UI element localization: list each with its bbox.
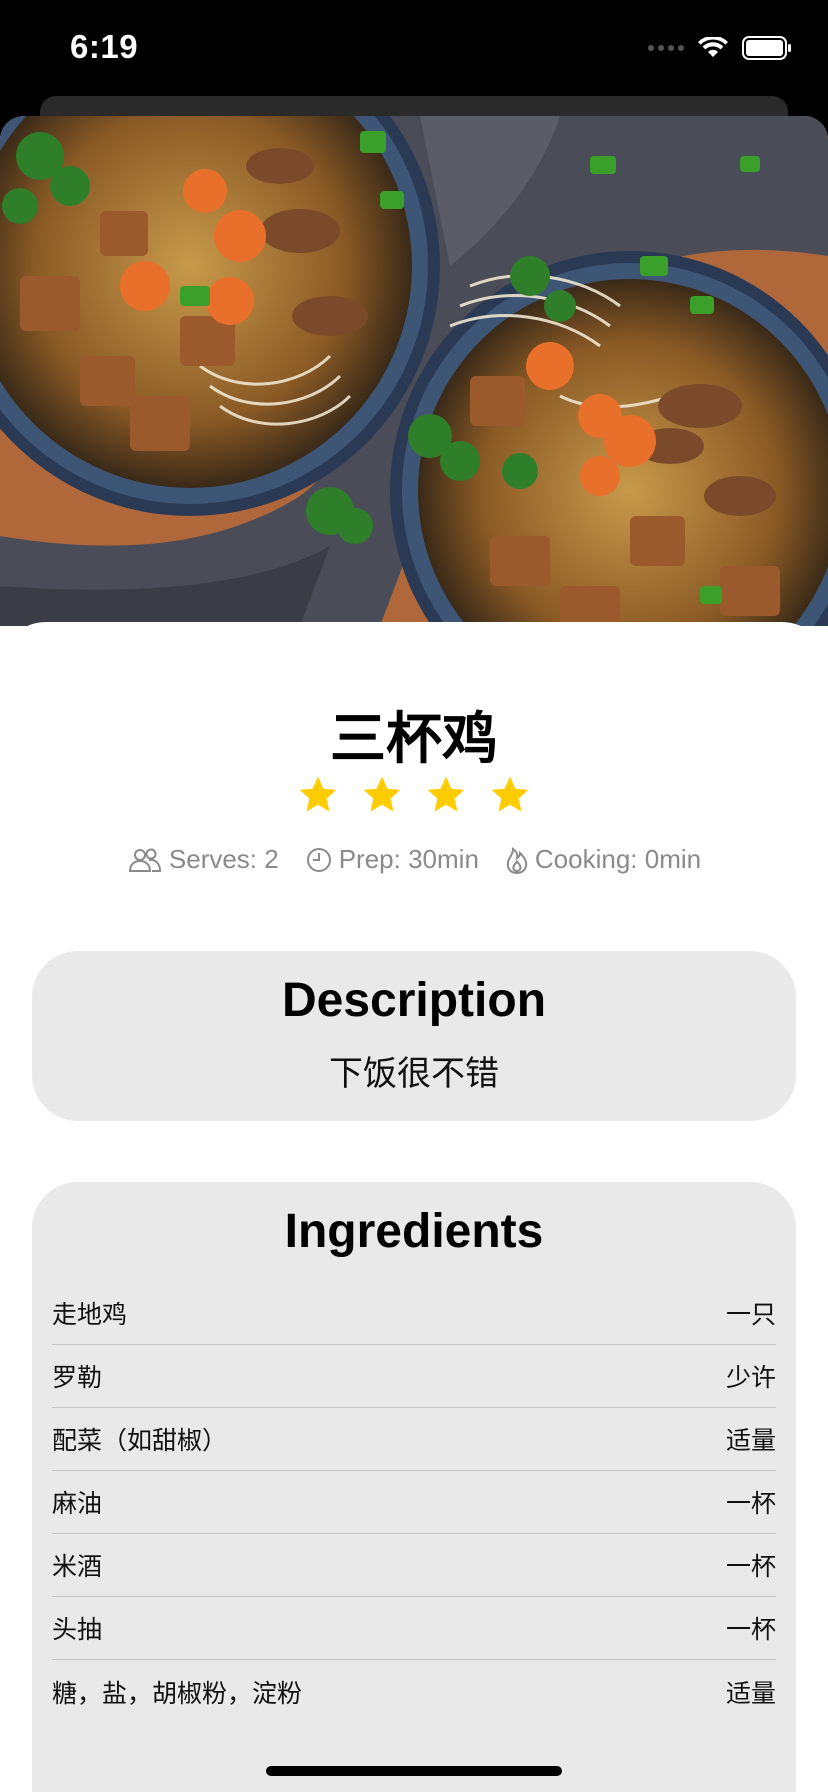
ingredient-row: 罗勒 少许 [52,1345,776,1408]
ingredient-row: 糖，盐，胡椒粉，淀粉 适量 [52,1660,776,1723]
rating-stars [0,774,828,816]
status-bar: 6:19 [0,0,828,100]
ingredient-name: 头抽 [52,1615,103,1644]
flame-icon [506,846,528,874]
star-icon [299,776,337,812]
ingredient-quantity: 少许 [725,1363,776,1392]
ingredient-name: 罗勒 [52,1363,103,1392]
ingredient-quantity: 一杯 [725,1615,776,1644]
ingredient-quantity: 一杯 [725,1489,776,1518]
description-text: 下饭很不错 [329,1054,499,1094]
serves-label: Serves: 2 [168,844,279,874]
ingredient-row: 配菜（如甜椒） 适量 [52,1408,776,1471]
recipe-detail-sheet: 三杯鸡 Serves: 2 Prep: 30min Cooking: 0min … [0,116,828,1792]
ingredient-quantity: 一只 [725,1300,776,1329]
ingredient-name: 糖，盐，胡椒粉，淀粉 [52,1678,303,1708]
star-icon [491,776,529,812]
ingredient-name: 走地鸡 [52,1300,128,1329]
ingredient-quantity: 适量 [725,1426,776,1455]
ingredient-row: 头抽 一杯 [52,1597,776,1660]
ingredient-quantity: 一杯 [725,1552,776,1581]
recipe-meta: Serves: 2 Prep: 30min Cooking: 0min [0,844,828,875]
status-time: 6:19 [70,28,139,65]
ingredients-heading: Ingredients [284,1205,544,1258]
cooking-info: Cooking: 0min [505,844,701,875]
prep-info: Prep: 30min [305,844,479,875]
star-icon [427,776,465,812]
ingredient-row: 麻油 一杯 [52,1471,776,1534]
ingredient-name: 配菜（如甜椒） [52,1426,228,1455]
ingredient-quantity: 适量 [725,1678,776,1708]
ingredient-name: 麻油 [52,1489,103,1518]
people-icon [128,848,161,872]
cooking-label: Cooking: 0min [534,844,702,874]
prep-label: Prep: 30min [338,844,479,874]
wifi-icon [698,37,728,57]
ingredients-card[interactable]: Ingredients 走地鸡 一只 罗勒 少许 配菜（如甜椒） 适量 麻油 一… [32,1182,796,1792]
ingredient-name: 米酒 [52,1552,103,1581]
ingredients-list[interactable]: 走地鸡 一只 罗勒 少许 配菜（如甜椒） 适量 麻油 一杯 米酒 一杯 头抽 一… [52,1282,776,1723]
battery-icon [742,36,791,60]
ingredient-row: 米酒 一杯 [52,1534,776,1597]
home-indicator[interactable] [266,1766,562,1776]
description-card: Description 下饭很不错 [32,951,796,1121]
recipe-photo [0,116,828,626]
ingredient-row: 走地鸡 一只 [52,1282,776,1345]
description-heading: Description [281,974,547,1027]
recipe-title: 三杯鸡 [330,707,498,772]
clock-icon [306,847,331,872]
recipe-content: 三杯鸡 Serves: 2 Prep: 30min Cooking: 0min … [0,622,828,1792]
serves-info: Serves: 2 [127,844,279,875]
star-icon [363,776,401,812]
status-indicators [648,36,792,60]
cellular-signal-icon [648,45,684,51]
